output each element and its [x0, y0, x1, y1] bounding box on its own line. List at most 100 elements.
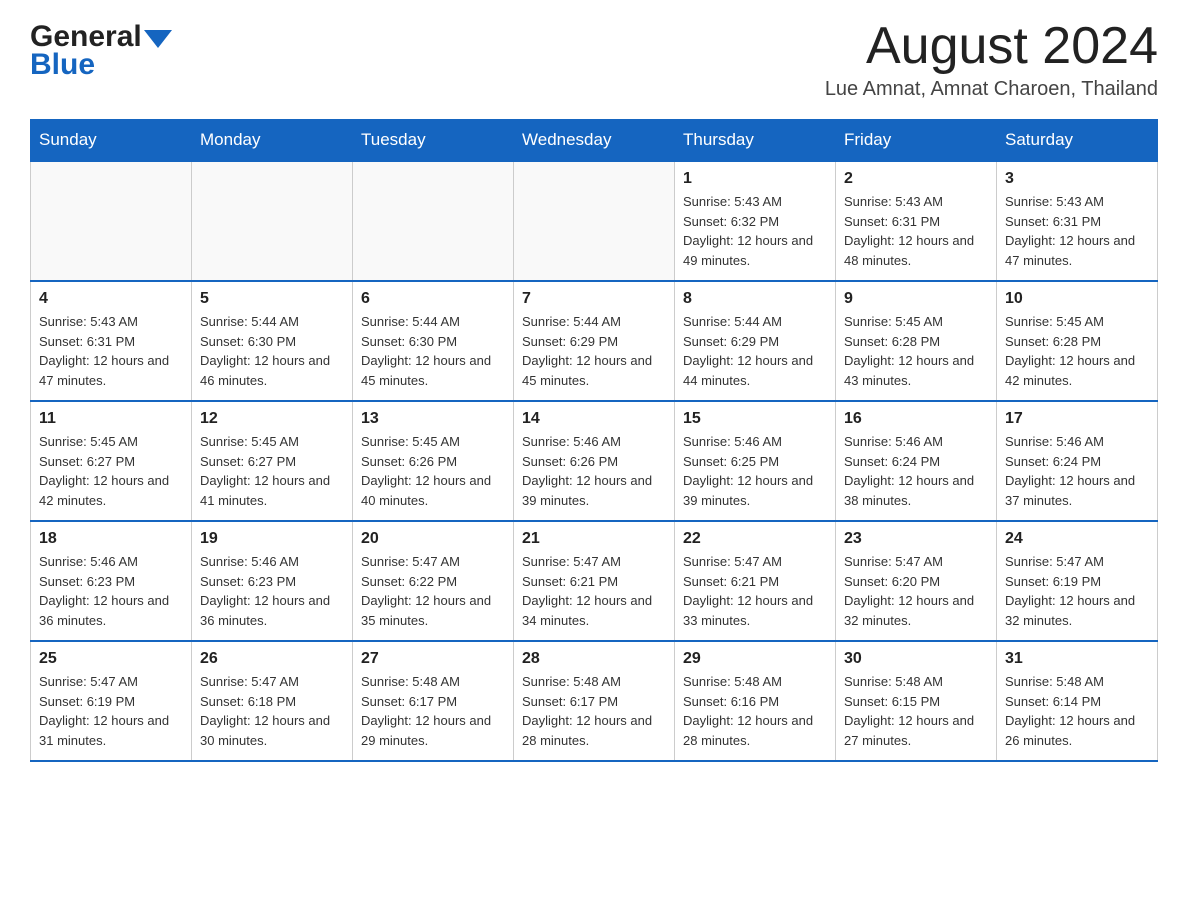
calendar-cell: 26Sunrise: 5:47 AM Sunset: 6:18 PM Dayli… [192, 641, 353, 761]
calendar-cell: 11 Sunrise: 5:45 AM Sunset: 6:27 PM Dayli… [31, 401, 192, 521]
calendar-cell: 6 Sunrise: 5:44 AM Sunset: 6:30 PM Daylig… [353, 281, 514, 401]
calendar-cell: 24Sunrise: 5:47 AM Sunset: 6:19 PM Dayli… [997, 521, 1158, 641]
calendar-cell: 9 Sunrise: 5:45 AM Sunset: 6:28 PM Daylig… [836, 281, 997, 401]
day-of-week-header: Thursday [675, 120, 836, 162]
day-info: Sunrise: 5:47 AM Sunset: 6:18 PM Dayligh… [200, 672, 344, 750]
day-info: Sunrise: 5:47 AM Sunset: 6:21 PM Dayligh… [522, 552, 666, 630]
day-number: 14 [522, 410, 666, 428]
calendar-cell: 15 Sunrise: 5:46 AM Sunset: 6:25 PM Dayli… [675, 401, 836, 521]
day-of-week-header: Friday [836, 120, 997, 162]
day-number: 22 [683, 530, 827, 548]
calendar-cell: 27Sunrise: 5:48 AM Sunset: 6:17 PM Dayli… [353, 641, 514, 761]
calendar-cell: 20 Sunrise: 5:47 AM Sunset: 6:22 PM Dayli… [353, 521, 514, 641]
calendar-cell: 29 Sunrise: 5:48 AM Sunset: 6:16 PM Dayli… [675, 641, 836, 761]
day-number: 10 [1005, 290, 1149, 308]
day-number: 29 [683, 650, 827, 668]
day-of-week-header: Monday [192, 120, 353, 162]
day-info: Sunrise: 5:43 AM Sunset: 6:32 PM Dayligh… [683, 192, 827, 270]
calendar-cell: 23 Sunrise: 5:47 AM Sunset: 6:20 PM Dayli… [836, 521, 997, 641]
day-number: 15 [683, 410, 827, 428]
month-title: August 2024 [825, 20, 1158, 72]
day-number: 18 [39, 530, 183, 548]
logo: General Blue [30, 20, 172, 82]
calendar-header-row: SundayMondayTuesdayWednesdayThursdayFrid… [31, 120, 1158, 162]
day-number: 21 [522, 530, 666, 548]
logo-blue-text: Blue [30, 48, 95, 82]
day-number: 6 [361, 290, 505, 308]
calendar-table: SundayMondayTuesdayWednesdayThursdayFrid… [30, 119, 1158, 762]
calendar-week-row: 1 Sunrise: 5:43 AM Sunset: 6:32 PM Daylig… [31, 161, 1158, 281]
calendar-cell: 31 Sunrise: 5:48 AM Sunset: 6:14 PM Dayli… [997, 641, 1158, 761]
day-info: Sunrise: 5:45 AM Sunset: 6:26 PM Dayligh… [361, 432, 505, 510]
day-number: 11 [39, 410, 183, 428]
calendar-cell: 4Sunrise: 5:43 AM Sunset: 6:31 PM Daylig… [31, 281, 192, 401]
calendar-week-row: 25 Sunrise: 5:47 AM Sunset: 6:19 PM Dayli… [31, 641, 1158, 761]
calendar-cell: 18 Sunrise: 5:46 AM Sunset: 6:23 PM Dayli… [31, 521, 192, 641]
day-info: Sunrise: 5:45 AM Sunset: 6:28 PM Dayligh… [1005, 312, 1149, 390]
calendar-cell: 12Sunrise: 5:45 AM Sunset: 6:27 PM Dayli… [192, 401, 353, 521]
day-number: 9 [844, 290, 988, 308]
day-info: Sunrise: 5:48 AM Sunset: 6:14 PM Dayligh… [1005, 672, 1149, 750]
day-of-week-header: Sunday [31, 120, 192, 162]
calendar-cell: 17 Sunrise: 5:46 AM Sunset: 6:24 PM Dayli… [997, 401, 1158, 521]
day-info: Sunrise: 5:47 AM Sunset: 6:20 PM Dayligh… [844, 552, 988, 630]
calendar-cell: 22 Sunrise: 5:47 AM Sunset: 6:21 PM Dayli… [675, 521, 836, 641]
day-info: Sunrise: 5:46 AM Sunset: 6:23 PM Dayligh… [200, 552, 344, 630]
calendar-cell: 8Sunrise: 5:44 AM Sunset: 6:29 PM Daylig… [675, 281, 836, 401]
day-number: 17 [1005, 410, 1149, 428]
title-area: August 2024 Lue Amnat, Amnat Charoen, Th… [825, 20, 1158, 101]
day-info: Sunrise: 5:47 AM Sunset: 6:22 PM Dayligh… [361, 552, 505, 630]
day-info: Sunrise: 5:44 AM Sunset: 6:30 PM Dayligh… [361, 312, 505, 390]
calendar-cell: 5Sunrise: 5:44 AM Sunset: 6:30 PM Daylig… [192, 281, 353, 401]
day-info: Sunrise: 5:48 AM Sunset: 6:16 PM Dayligh… [683, 672, 827, 750]
calendar-cell: 3Sunrise: 5:43 AM Sunset: 6:31 PM Daylig… [997, 161, 1158, 281]
day-info: Sunrise: 5:47 AM Sunset: 6:21 PM Dayligh… [683, 552, 827, 630]
calendar-cell [192, 161, 353, 281]
calendar-cell: 25 Sunrise: 5:47 AM Sunset: 6:19 PM Dayli… [31, 641, 192, 761]
calendar-cell: 13 Sunrise: 5:45 AM Sunset: 6:26 PM Dayli… [353, 401, 514, 521]
calendar-cell: 21 Sunrise: 5:47 AM Sunset: 6:21 PM Dayli… [514, 521, 675, 641]
day-info: Sunrise: 5:46 AM Sunset: 6:26 PM Dayligh… [522, 432, 666, 510]
day-number: 2 [844, 170, 988, 188]
day-info: Sunrise: 5:45 AM Sunset: 6:27 PM Dayligh… [39, 432, 183, 510]
day-number: 28 [522, 650, 666, 668]
day-info: Sunrise: 5:47 AM Sunset: 6:19 PM Dayligh… [39, 672, 183, 750]
day-info: Sunrise: 5:48 AM Sunset: 6:15 PM Dayligh… [844, 672, 988, 750]
day-info: Sunrise: 5:46 AM Sunset: 6:25 PM Dayligh… [683, 432, 827, 510]
day-number: 20 [361, 530, 505, 548]
calendar-cell: 7 Sunrise: 5:44 AM Sunset: 6:29 PM Daylig… [514, 281, 675, 401]
day-of-week-header: Wednesday [514, 120, 675, 162]
day-number: 7 [522, 290, 666, 308]
day-number: 1 [683, 170, 827, 188]
calendar-week-row: 18 Sunrise: 5:46 AM Sunset: 6:23 PM Dayli… [31, 521, 1158, 641]
location-subtitle: Lue Amnat, Amnat Charoen, Thailand [825, 78, 1158, 101]
calendar-cell [31, 161, 192, 281]
calendar-cell: 2Sunrise: 5:43 AM Sunset: 6:31 PM Daylig… [836, 161, 997, 281]
day-number: 16 [844, 410, 988, 428]
day-info: Sunrise: 5:44 AM Sunset: 6:29 PM Dayligh… [522, 312, 666, 390]
logo-arrow-icon [144, 30, 172, 48]
calendar-week-row: 4Sunrise: 5:43 AM Sunset: 6:31 PM Daylig… [31, 281, 1158, 401]
page-header: General Blue August 2024 Lue Amnat, Amna… [30, 20, 1158, 101]
day-number: 31 [1005, 650, 1149, 668]
day-number: 8 [683, 290, 827, 308]
day-number: 30 [844, 650, 988, 668]
calendar-cell: 16Sunrise: 5:46 AM Sunset: 6:24 PM Dayli… [836, 401, 997, 521]
day-number: 19 [200, 530, 344, 548]
calendar-cell: 19 Sunrise: 5:46 AM Sunset: 6:23 PM Dayli… [192, 521, 353, 641]
calendar-cell: 10 Sunrise: 5:45 AM Sunset: 6:28 PM Dayli… [997, 281, 1158, 401]
day-info: Sunrise: 5:45 AM Sunset: 6:28 PM Dayligh… [844, 312, 988, 390]
day-number: 23 [844, 530, 988, 548]
day-info: Sunrise: 5:48 AM Sunset: 6:17 PM Dayligh… [361, 672, 505, 750]
day-number: 25 [39, 650, 183, 668]
day-of-week-header: Saturday [997, 120, 1158, 162]
day-info: Sunrise: 5:43 AM Sunset: 6:31 PM Dayligh… [1005, 192, 1149, 270]
day-info: Sunrise: 5:45 AM Sunset: 6:27 PM Dayligh… [200, 432, 344, 510]
day-number: 4 [39, 290, 183, 308]
day-info: Sunrise: 5:48 AM Sunset: 6:17 PM Dayligh… [522, 672, 666, 750]
calendar-cell: 30 Sunrise: 5:48 AM Sunset: 6:15 PM Dayli… [836, 641, 997, 761]
calendar-cell [514, 161, 675, 281]
day-info: Sunrise: 5:46 AM Sunset: 6:24 PM Dayligh… [1005, 432, 1149, 510]
day-number: 13 [361, 410, 505, 428]
day-info: Sunrise: 5:46 AM Sunset: 6:23 PM Dayligh… [39, 552, 183, 630]
